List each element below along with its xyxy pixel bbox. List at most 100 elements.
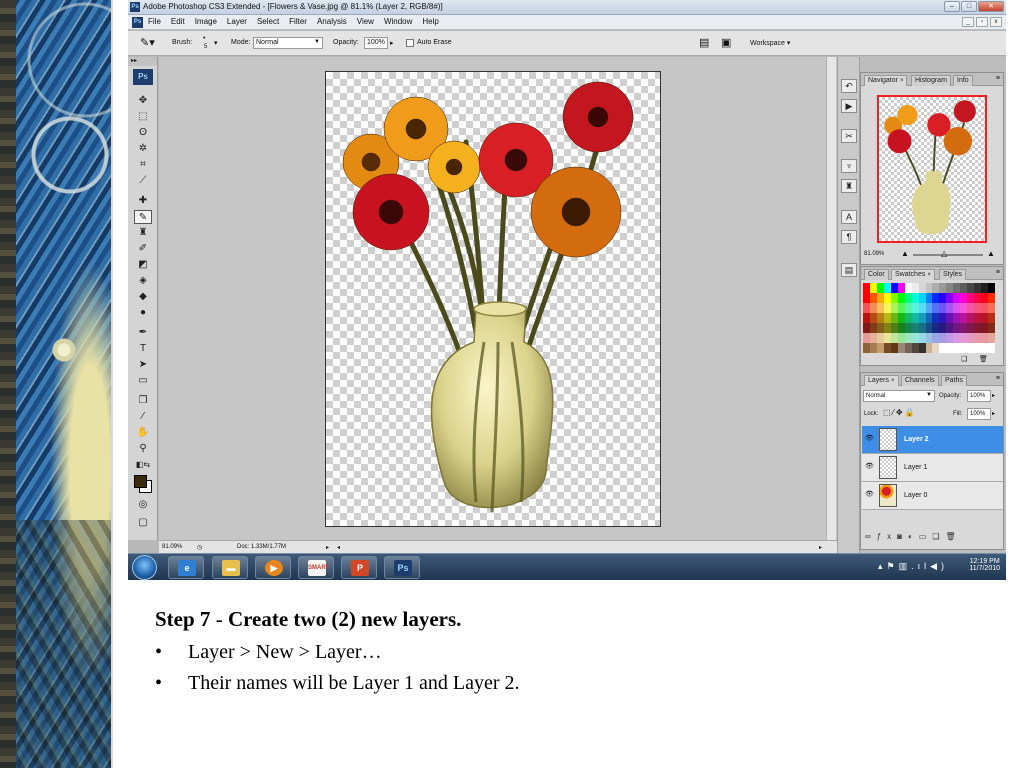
color-swatch[interactable] xyxy=(897,313,905,323)
color-swatch[interactable] xyxy=(925,333,933,343)
color-swatch[interactable] xyxy=(988,303,995,313)
color-swatch[interactable] xyxy=(876,313,884,323)
color-swatch[interactable] xyxy=(925,283,933,293)
pencil-tool-icon[interactable]: ✎ xyxy=(134,210,152,224)
color-swatch[interactable] xyxy=(911,343,919,353)
color-swatch[interactable] xyxy=(946,303,954,313)
quick-mask-icon[interactable]: ◎ xyxy=(134,498,152,512)
color-swatch[interactable] xyxy=(869,313,877,323)
layer-comps-panel-icon[interactable]: ▤ xyxy=(841,263,857,277)
magic-wand-tool-icon[interactable]: ✲ xyxy=(134,142,152,156)
status-info-icon[interactable]: ◷ xyxy=(197,544,202,551)
menu-layer[interactable]: Layer xyxy=(227,17,247,26)
color-swatch[interactable] xyxy=(939,323,947,333)
dodge-tool-icon[interactable]: ● xyxy=(134,306,152,320)
color-swatch[interactable] xyxy=(883,293,891,303)
shape-tool-icon[interactable]: ▭ xyxy=(134,374,152,388)
color-swatch[interactable] xyxy=(911,293,919,303)
lasso-tool-icon[interactable]: ʘ xyxy=(134,126,152,140)
color-swatch[interactable] xyxy=(869,343,877,353)
color-swatch[interactable] xyxy=(932,333,940,343)
explorer-taskbar-button[interactable]: ▬ xyxy=(212,556,248,579)
color-swatch[interactable] xyxy=(974,343,982,353)
tab-info[interactable]: Info xyxy=(953,75,973,86)
color-swatch[interactable] xyxy=(953,323,961,333)
pen-tool-icon[interactable]: ✒ xyxy=(134,326,152,340)
color-swatch[interactable] xyxy=(974,283,982,293)
color-swatch[interactable] xyxy=(988,293,995,303)
color-swatch[interactable] xyxy=(883,333,891,343)
color-swatch[interactable] xyxy=(953,333,961,343)
eye-icon[interactable]: 👁 xyxy=(865,491,874,499)
healing-brush-tool-icon[interactable]: ✚ xyxy=(134,194,152,208)
clone-source-panel-icon[interactable]: ♜ xyxy=(841,179,857,193)
color-swatch[interactable] xyxy=(863,293,870,303)
color-swatch[interactable] xyxy=(897,303,905,313)
color-swatch[interactable] xyxy=(988,343,995,353)
tab-histogram[interactable]: Histogram xyxy=(911,75,951,86)
opacity-slider-arrow-icon[interactable]: ▸ xyxy=(390,39,394,47)
color-swatch[interactable] xyxy=(863,333,870,343)
color-swatch[interactable] xyxy=(981,323,989,333)
opacity-field[interactable]: 100% xyxy=(364,37,388,49)
ps-menu-icon[interactable]: Ps xyxy=(132,17,143,28)
color-swatch[interactable] xyxy=(904,313,912,323)
doc-minimize-icon[interactable]: _ xyxy=(962,17,974,27)
color-swatch[interactable] xyxy=(967,303,975,313)
type-tool-icon[interactable]: T xyxy=(134,342,152,356)
minimize-icon[interactable]: – xyxy=(944,1,960,12)
color-swatch[interactable] xyxy=(911,323,919,333)
color-swatch[interactable] xyxy=(904,303,912,313)
color-swatch[interactable] xyxy=(953,293,961,303)
character-panel-icon[interactable]: A xyxy=(841,210,857,224)
menu-file[interactable]: File xyxy=(148,17,161,26)
color-swatch[interactable] xyxy=(863,323,870,333)
color-swatch[interactable] xyxy=(939,283,947,293)
menu-select[interactable]: Select xyxy=(257,17,279,26)
status-arrow-icon[interactable]: ▸ xyxy=(326,544,329,551)
tab-channels[interactable]: Channels xyxy=(901,375,939,386)
color-swatch[interactable] xyxy=(863,283,870,293)
color-swatch[interactable] xyxy=(946,333,954,343)
close-tab-icon[interactable]: × xyxy=(927,272,931,278)
color-swatch[interactable] xyxy=(939,313,947,323)
color-swatch[interactable] xyxy=(974,333,982,343)
color-swatch[interactable] xyxy=(960,293,968,303)
color-swatch[interactable] xyxy=(946,323,954,333)
start-button-icon[interactable] xyxy=(132,555,157,580)
marquee-tool-icon[interactable]: ⬚ xyxy=(134,110,152,124)
color-swatch[interactable] xyxy=(932,283,940,293)
document-canvas[interactable] xyxy=(325,71,661,527)
blend-mode-select[interactable]: Normal ▼ xyxy=(863,390,935,402)
color-swatch[interactable] xyxy=(918,303,926,313)
color-swatch[interactable] xyxy=(932,323,940,333)
color-swatch[interactable] xyxy=(981,283,989,293)
color-swatch[interactable] xyxy=(953,303,961,313)
color-swatch[interactable] xyxy=(883,343,891,353)
color-swatch[interactable] xyxy=(960,333,968,343)
color-swatch[interactable] xyxy=(890,323,898,333)
path-selection-tool-icon[interactable]: ➤ xyxy=(134,358,152,372)
h-scroll-left-icon[interactable]: ◂ xyxy=(337,544,340,551)
eye-icon[interactable]: 👁 xyxy=(865,463,874,471)
screen-mode-icon[interactable]: ▢ xyxy=(134,516,152,530)
color-swatch[interactable] xyxy=(869,293,877,303)
color-swatch[interactable] xyxy=(946,343,954,353)
color-swatch[interactable] xyxy=(967,323,975,333)
blur-tool-icon[interactable]: ◆ xyxy=(134,290,152,304)
color-swatch[interactable] xyxy=(897,343,905,353)
color-swatch[interactable] xyxy=(890,303,898,313)
slice-tool-icon[interactable]: ⟋ xyxy=(134,174,152,188)
photoshop-taskbar-button[interactable]: Ps xyxy=(384,556,420,579)
zoom-in-icon[interactable]: ▲ xyxy=(987,249,995,258)
clone-stamp-tool-icon[interactable]: ♜ xyxy=(134,226,152,240)
system-tray-icons[interactable]: ▴⚑▥.ıl◀) xyxy=(878,561,948,572)
color-swatch[interactable] xyxy=(890,283,898,293)
eraser-tool-icon[interactable]: ◩ xyxy=(134,258,152,272)
color-swatch[interactable] xyxy=(883,313,891,323)
color-swatch[interactable] xyxy=(953,313,961,323)
menu-view[interactable]: View xyxy=(357,17,374,26)
layer-opacity-field[interactable]: 100% xyxy=(967,390,991,402)
color-swatch[interactable] xyxy=(953,343,961,353)
zoom-out-icon[interactable]: ▲ xyxy=(901,249,909,258)
